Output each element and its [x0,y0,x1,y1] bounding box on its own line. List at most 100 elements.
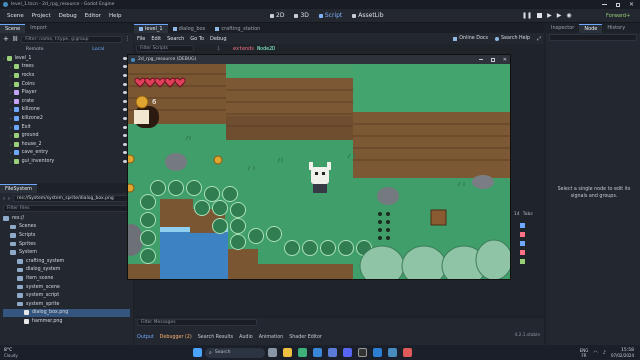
folder-item[interactable]: Sprites [3,240,130,249]
clock[interactable]: 15:58 07/02/2024 [611,348,634,358]
tab-inspector[interactable]: Inspector [546,24,579,33]
script-menu-search[interactable]: Search [167,36,184,42]
minimize-icon[interactable] [601,4,607,5]
online-docs-button[interactable]: Online Docs [453,36,488,41]
toolbox-icon[interactable] [520,223,525,228]
bottom-tab[interactable]: Audio [239,335,253,340]
script-tab[interactable]: dialog_box [168,24,211,33]
search-help-button[interactable]: Search Help [495,36,530,41]
scene-node[interactable]: › Exit [3,123,130,132]
toolbox-icon[interactable] [520,232,525,237]
filesystem-path-field[interactable]: res://System/system_sprite/dialog_box.pn… [13,195,130,202]
mail-icon[interactable] [313,348,322,357]
folder-item[interactable]: system_scene [3,283,130,292]
scene-node[interactable]: › house_2 [3,140,130,149]
tabs-label[interactable]: Tabs [523,212,533,217]
stop-icon[interactable] [537,13,543,18]
chevron-right-icon[interactable]: › [10,116,12,121]
filter-messages-input[interactable]: Filter Messages [137,319,257,326]
chevron-right-icon[interactable]: › [10,133,12,138]
folder-item[interactable]: system_sprite [3,300,130,309]
chevron-right-icon[interactable]: › [10,90,12,95]
godot-taskbar-icon[interactable] [388,348,397,357]
language-indicator[interactable]: ENG [580,348,589,353]
folder-item[interactable]: item_scene [3,274,130,283]
game-viewport[interactable]: 6 [128,64,510,279]
menu-debug[interactable]: Debug [55,13,81,19]
add-node-icon[interactable]: + [3,35,9,43]
discord-icon[interactable] [343,348,352,357]
toolbox-icon[interactable] [520,259,525,264]
chevron-right-icon[interactable]: › [10,99,12,104]
menu-help[interactable]: Help [105,13,126,19]
folder-item[interactable]: Scripts [3,231,130,240]
app-icon[interactable] [403,348,412,357]
close-icon[interactable]: ✕ [629,1,634,8]
more-icon[interactable]: ⋮ [125,36,130,42]
scene-node[interactable]: › cave_entry [3,149,130,158]
bottom-tab[interactable]: Shader Editor [289,335,322,340]
bottom-tab[interactable]: Search Results [198,335,233,340]
filesystem-tab[interactable]: FileSystem [0,184,38,193]
file-item[interactable]: dialog_box.png [3,308,130,318]
scene-node[interactable]: › rocks [3,71,130,80]
scene-node[interactable]: › killzone [3,106,130,115]
menu-scene[interactable]: Scene [3,13,28,19]
scene-node[interactable]: › killzone2 [3,114,130,123]
scene-node[interactable]: › Coins [3,80,130,89]
tab-node[interactable]: Node [579,24,603,33]
obs-icon[interactable] [358,348,367,357]
filter-files-input[interactable]: Filter Files [3,205,130,212]
expand-icon[interactable]: ⤢ [537,36,541,42]
editor-icon[interactable] [373,348,382,357]
taskbar-search[interactable]: ⌕ Search [205,347,265,358]
code-line[interactable]: extends Node2D [233,46,275,52]
workspace-script[interactable]: Script [318,12,342,19]
link-icon[interactable]: ⛓ [12,36,18,42]
workspace-assetlib[interactable]: AssetLib [352,12,384,19]
back-icon[interactable]: ‹ [3,196,5,202]
scene-node[interactable]: › crate [3,97,130,106]
pause-icon[interactable]: ❚❚ [522,12,532,19]
folder-item[interactable]: crafting_system [3,257,130,266]
folder-item[interactable]: Scenes [3,223,130,232]
region-indicator[interactable]: FR [580,353,589,358]
scene-filter-input[interactable]: Filter: name, t:type, g:group [21,35,122,43]
folder-item[interactable]: dialog_system [3,266,130,275]
game-maximize-icon[interactable] [490,57,495,62]
bottom-tab[interactable]: Output [137,335,154,340]
windows-start-icon[interactable] [193,348,202,357]
tab-import[interactable]: Import [25,24,52,33]
game-close-icon[interactable]: ✕ [503,57,507,63]
folder-item[interactable]: res:// [3,214,130,223]
menu-project[interactable]: Project [28,13,55,19]
maximize-icon[interactable] [615,2,620,7]
local-tab[interactable]: Local [67,47,131,52]
toolbox-icon[interactable] [520,241,525,246]
wifi-icon[interactable]: ◠ [593,350,597,356]
chevron-right-icon[interactable]: › [10,142,12,147]
chevron-right-icon[interactable]: › [10,150,12,155]
volume-icon[interactable]: ♪ [603,350,606,356]
store-icon[interactable] [328,348,337,357]
tab-history[interactable]: History [602,24,630,33]
game-minimize-icon[interactable] [478,59,483,60]
file-explorer-icon[interactable] [283,348,292,357]
workspace-3d[interactable]: 3D [294,12,309,19]
chevron-right-icon[interactable]: › [10,64,12,69]
remote-tab[interactable]: Remote [3,47,67,52]
scene-node[interactable]: › gui_inventory [3,157,130,166]
renderer-select[interactable]: Forward+ [606,13,630,19]
chevron-right-icon[interactable]: › [10,82,12,87]
node-dock-filter[interactable] [549,34,637,41]
play-icon[interactable]: ▶ [547,12,552,19]
scene-node[interactable]: › level_1 [3,54,130,63]
chevron-right-icon[interactable]: › [3,56,5,61]
script-menu-go-to[interactable]: Go To [190,36,204,42]
chevron-right-icon[interactable]: › [10,125,12,130]
tab-scene[interactable]: Scene [0,24,26,33]
chevron-right-icon[interactable]: › [10,73,12,78]
movie-icon[interactable]: ◉ [566,12,571,19]
weather-widget[interactable]: 8°C Cloudy [4,348,18,358]
file-item[interactable]: hammer.png [3,317,130,326]
